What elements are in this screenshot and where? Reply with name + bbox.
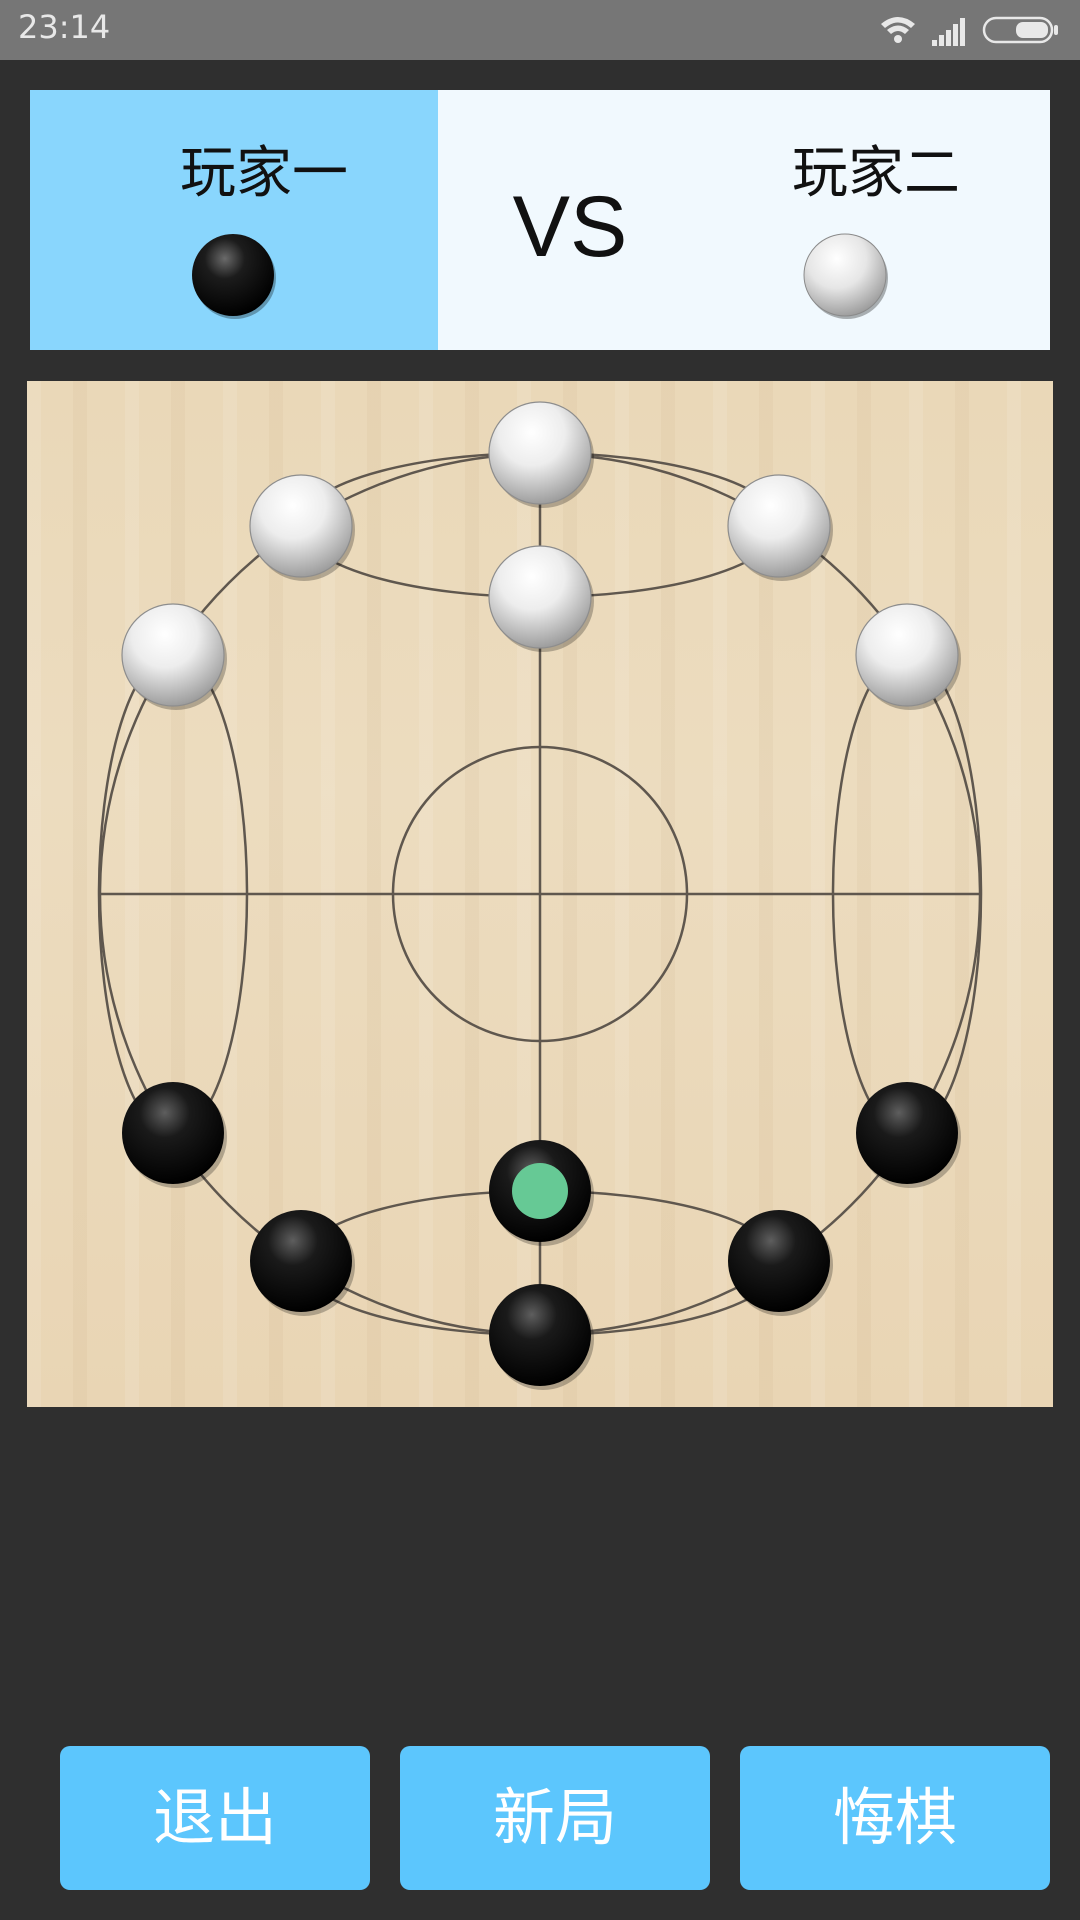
versus-label: VS [512,179,628,275]
exit-button[interactable]: 退出 [60,1746,370,1890]
battery-icon [982,16,1058,44]
game-board[interactable] [27,381,1053,1407]
status-bar: 23:14 [0,0,1080,60]
white-stone[interactable] [121,603,227,710]
white-stone[interactable] [488,545,594,652]
wifi-icon [881,17,915,43]
player-two-white-stone-icon [803,233,888,319]
undo-button[interactable]: 悔棋 [740,1746,1050,1890]
black-stone-selected[interactable] [489,1140,594,1246]
player-panel: 玩家一 VS 玩家二 [30,90,1050,350]
selected-marker [512,1163,568,1219]
black-stone[interactable] [250,1210,355,1316]
white-stones[interactable] [121,401,961,710]
white-stone[interactable] [855,603,961,710]
white-stone[interactable] [727,474,833,581]
new-game-button[interactable]: 新局 [400,1746,710,1890]
black-stone[interactable] [489,1284,594,1390]
status-time: 23:14 [18,8,111,46]
white-stone[interactable] [488,401,594,508]
white-stone[interactable] [249,474,355,581]
board-lines [97,401,983,1390]
player-two-name: 玩家二 [792,141,960,206]
player-one-black-stone-icon [192,234,276,319]
signal-icon [932,18,965,46]
black-stones[interactable] [122,1082,961,1390]
player-one-name: 玩家一 [180,141,348,206]
status-icons [876,12,1066,48]
